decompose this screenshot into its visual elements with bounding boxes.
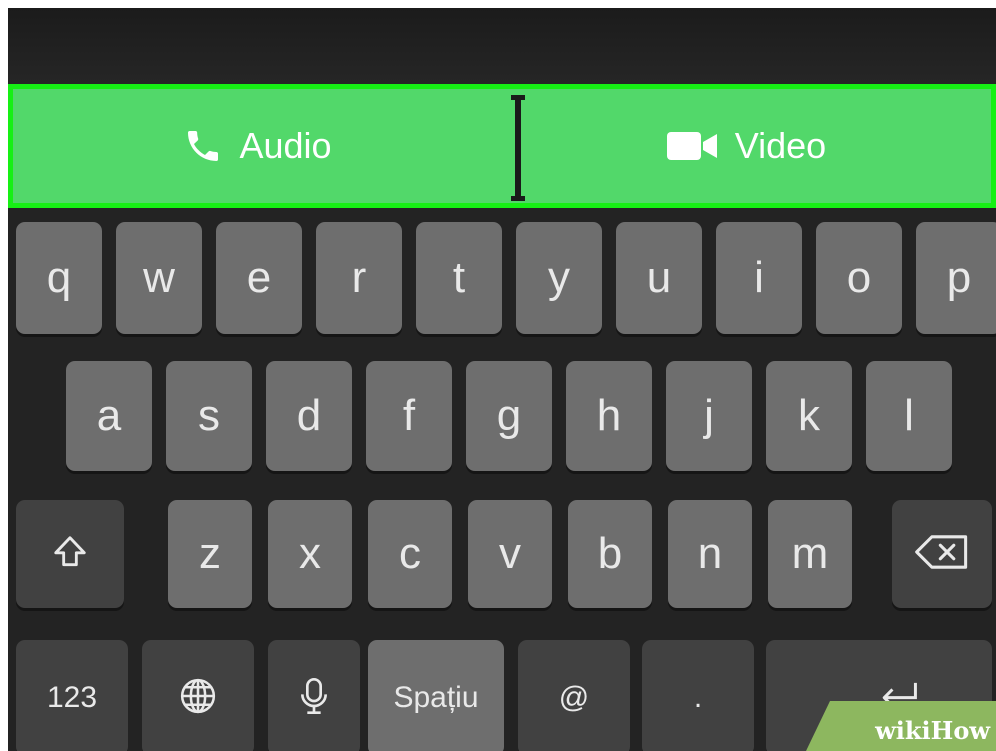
key-label: d [296, 391, 322, 440]
key-d[interactable]: d [266, 361, 352, 471]
key-label: g [496, 391, 522, 440]
key-label: f [402, 391, 416, 440]
key-label: l [904, 391, 914, 440]
key-label: k [798, 391, 820, 440]
key-e[interactable]: e [216, 222, 302, 334]
audio-call-label: Audio [239, 125, 332, 166]
key-label: n [697, 529, 723, 578]
key-label: w [143, 253, 175, 302]
key-c[interactable]: c [368, 500, 452, 608]
key-label: e [246, 253, 272, 302]
shift-key[interactable] [16, 500, 124, 608]
video-camera-icon [666, 128, 719, 164]
key-k[interactable]: k [766, 361, 852, 471]
key-label: t [452, 253, 466, 302]
key-label: x [299, 529, 321, 578]
space-key-label: Spațiu [393, 681, 479, 714]
microphone-icon [299, 676, 329, 721]
key-label: c [399, 529, 421, 578]
key-s[interactable]: s [166, 361, 252, 471]
phone-icon [183, 126, 223, 166]
key-y[interactable]: y [516, 222, 602, 334]
key-v[interactable]: v [468, 500, 552, 608]
video-call-label: Video [734, 125, 827, 166]
backspace-key[interactable] [892, 500, 992, 608]
key-label: r [351, 253, 367, 302]
key-x[interactable]: x [268, 500, 352, 608]
text-cursor-icon [511, 95, 525, 201]
key-i[interactable]: i [716, 222, 802, 334]
key-l[interactable]: l [866, 361, 952, 471]
key-q[interactable]: q [16, 222, 102, 334]
key-label: i [754, 253, 764, 302]
key-label: m [791, 529, 829, 578]
keyboard: q w e r t y u i o p a s d f g h j k l z x c v b n m 123 Spațiu … [8, 208, 996, 751]
numbers-key[interactable]: 123 [16, 640, 128, 751]
space-key[interactable]: Spațiu [368, 640, 504, 751]
key-label: b [597, 529, 623, 578]
key-p[interactable]: p [916, 222, 996, 334]
at-key[interactable]: @ [518, 640, 630, 751]
key-label: v [499, 529, 521, 578]
key-h[interactable]: h [566, 361, 652, 471]
key-label: h [596, 391, 622, 440]
key-j[interactable]: j [666, 361, 752, 471]
watermark-how: How [930, 716, 990, 745]
key-u[interactable]: u [616, 222, 702, 334]
key-g[interactable]: g [466, 361, 552, 471]
numbers-key-label: 123 [46, 681, 98, 714]
video-call-button[interactable]: Video [502, 89, 991, 203]
globe-icon [179, 677, 217, 720]
key-label: o [846, 253, 872, 302]
key-r[interactable]: r [316, 222, 402, 334]
shift-arrow-icon [51, 533, 89, 576]
key-z[interactable]: z [168, 500, 252, 608]
dictation-key[interactable] [268, 640, 360, 751]
period-key-label: . [693, 681, 703, 714]
top-bar [8, 8, 996, 84]
key-o[interactable]: o [816, 222, 902, 334]
key-label: p [946, 253, 972, 302]
key-m[interactable]: m [768, 500, 852, 608]
key-a[interactable]: a [66, 361, 152, 471]
key-label: q [46, 253, 72, 302]
period-key[interactable]: . [642, 640, 754, 751]
key-label: y [548, 253, 570, 302]
call-options-bar: Audio Video [8, 84, 996, 208]
backspace-icon [915, 534, 969, 574]
key-t[interactable]: t [416, 222, 502, 334]
wikihow-logo: wikiHow [875, 716, 990, 745]
phone-screen: Audio Video q w e r t y u i o p a s d f g h j k l z x c v… [8, 8, 996, 751]
key-w[interactable]: w [116, 222, 202, 334]
at-key-label: @ [558, 681, 590, 714]
key-label: s [198, 391, 220, 440]
key-label: u [646, 253, 672, 302]
key-label: z [199, 529, 221, 578]
watermark-wiki: wiki [875, 716, 931, 745]
key-f[interactable]: f [366, 361, 452, 471]
globe-key[interactable] [142, 640, 254, 751]
key-label: j [704, 391, 714, 440]
audio-call-button[interactable]: Audio [13, 89, 502, 203]
key-n[interactable]: n [668, 500, 752, 608]
key-label: a [96, 391, 122, 440]
key-b[interactable]: b [568, 500, 652, 608]
